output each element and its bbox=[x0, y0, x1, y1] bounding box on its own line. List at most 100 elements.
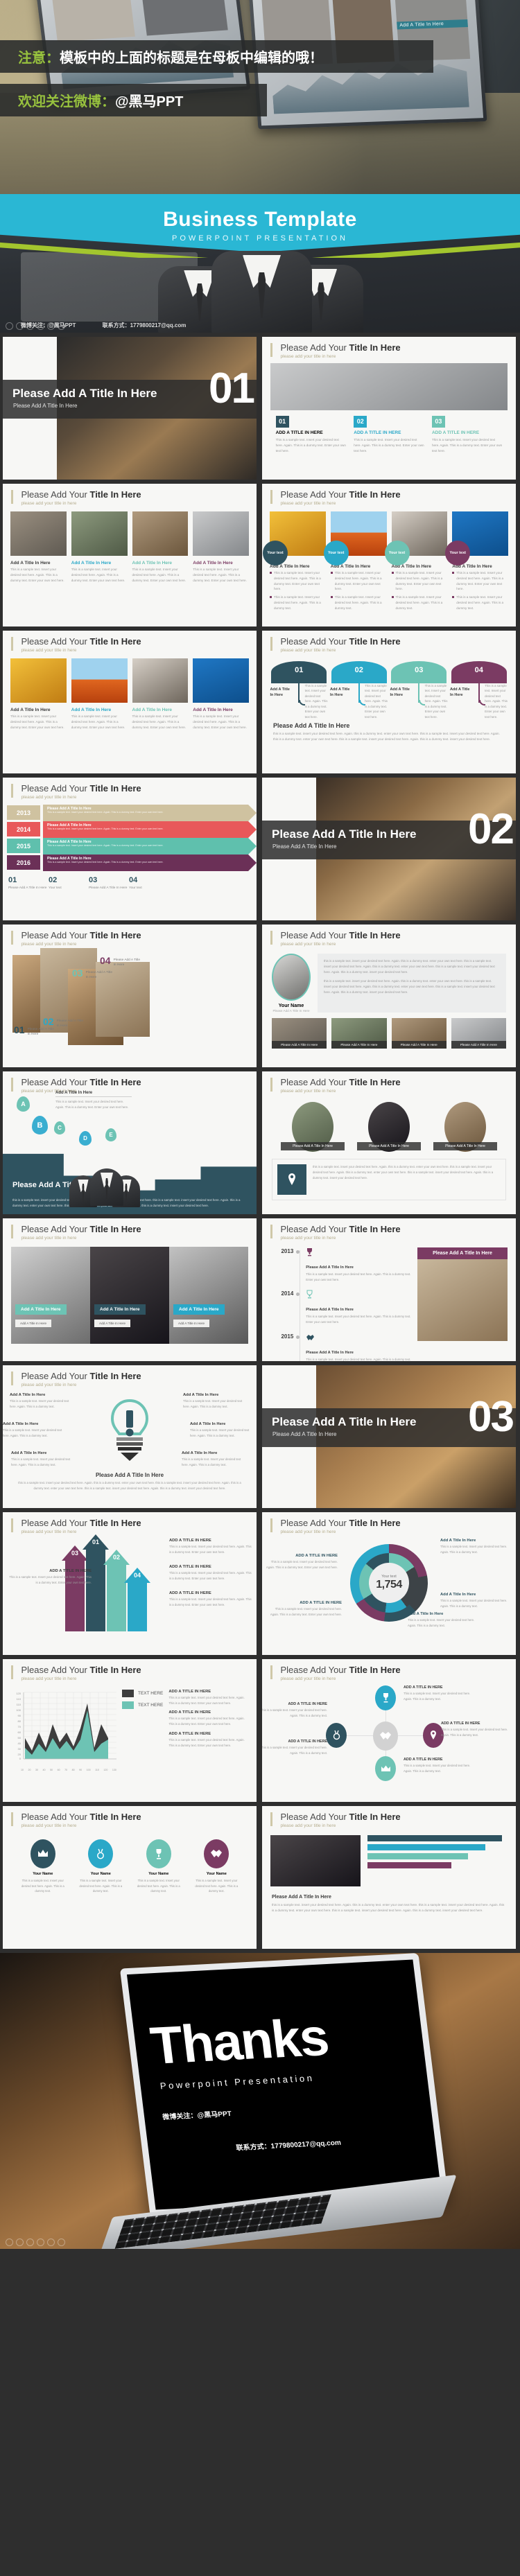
legend-item: TEXT HERE bbox=[122, 1701, 163, 1709]
radial-label-bottom: ADD A TITLE IN HERE This is a sample tex… bbox=[404, 1758, 478, 1773]
slide-donut-chart[interactable]: Please Add Your Title In Here please add… bbox=[262, 1512, 516, 1655]
header-accent-bar bbox=[270, 637, 272, 651]
bulb-label-left-2: Add A Title In Here This is a sample tex… bbox=[3, 1422, 69, 1438]
slide-area-chart[interactable]: Please Add Your Title In Here please add… bbox=[3, 1659, 257, 1802]
footer-item: 02 Your text bbox=[49, 876, 89, 891]
bulb-diagram: Add A Title In Here This is a sample tex… bbox=[3, 1390, 257, 1472]
bulb-label-right-1: Add A Title In Here This is a sample tex… bbox=[183, 1393, 250, 1409]
label-body: This is a sample text. Insert your desir… bbox=[169, 1570, 252, 1580]
pin-a[interactable]: A bbox=[17, 1096, 30, 1112]
chart-plot: 120 110 110 100 90 80 70 60 50 40 30 20 … bbox=[11, 1690, 116, 1771]
label-body: This is a sample text. Insert your desir… bbox=[404, 1691, 471, 1701]
social-icon bbox=[26, 322, 34, 330]
social-icon bbox=[47, 2238, 55, 2246]
slide-mountain-pins[interactable]: Please Add Your Title In Here please add… bbox=[3, 1071, 257, 1214]
slide-divider-02[interactable]: Please Add A Title In Here Please Add A … bbox=[262, 778, 516, 920]
photo-trio: Add A Title In Here Add A Title In Here … bbox=[3, 1241, 257, 1344]
x-tick: 50 bbox=[50, 1768, 53, 1771]
pin-b[interactable]: B bbox=[32, 1116, 48, 1134]
divider-number: 02 bbox=[468, 805, 514, 853]
slide-subtitle: please add your title in here bbox=[21, 941, 77, 947]
circle-label: Your text bbox=[323, 540, 349, 566]
arrow-02: 02 bbox=[103, 1549, 130, 1631]
caption: Add A Title In Here bbox=[71, 707, 112, 712]
umbrella-title: Add A Title In Here bbox=[329, 687, 350, 697]
item-body: This is a sample text. Insert your desir… bbox=[275, 437, 346, 453]
bullet-text: This is a sample text. Insert your desir… bbox=[334, 595, 382, 610]
slide-bw-trio[interactable]: Please Add Your Title In Here please add… bbox=[3, 1218, 257, 1361]
header-accent-bar bbox=[11, 784, 13, 798]
handshake-photo bbox=[270, 362, 508, 410]
slide-three-numbers[interactable]: Please Add Your Title In Here please add… bbox=[262, 337, 516, 480]
svg-text:50: 50 bbox=[18, 1736, 21, 1740]
pin-e[interactable]: E bbox=[105, 1128, 116, 1141]
caption: Add A Title In Here bbox=[132, 707, 173, 712]
item-title: ADD A TITLE IN HERE bbox=[275, 430, 323, 435]
quote-paragraph: this is a sample text. insert your desir… bbox=[324, 958, 495, 974]
slide-laptops-numbers[interactable]: Please Add Your Title In Here please add… bbox=[3, 925, 257, 1067]
slide-divider-01[interactable]: Please Add A Title In Here Please Add A … bbox=[3, 337, 257, 480]
timeline-item: 2015 Please Add A Title In Here This is … bbox=[275, 1333, 417, 1361]
slide-radial-icons[interactable]: Please Add Your Title In Here please add… bbox=[262, 1659, 516, 1802]
photo-cell: Add A Title In Here Add A Title In Here bbox=[90, 1246, 169, 1344]
photo-cell: Add A Title In Here This is a sample tex… bbox=[132, 658, 189, 730]
slide-portraits[interactable]: Please Add Your Title In Here please add… bbox=[262, 1071, 516, 1214]
slide-vertical-timeline[interactable]: Please Add Your Title In Here please add… bbox=[262, 1218, 516, 1361]
pin-d[interactable]: D bbox=[79, 1131, 92, 1146]
umbrella-title: Add A Title In Here bbox=[449, 687, 470, 697]
umbrella-footer-title: Please Add A Title In Here bbox=[273, 721, 350, 729]
slide-title: Please Add Your Title In Here bbox=[21, 930, 141, 940]
portrait-caption: Please Add A Title In Here bbox=[356, 1141, 422, 1150]
slide-last-text[interactable]: Please Add Your Title In Here please add… bbox=[262, 1806, 516, 1949]
info-box-text: this is a sample text. insert your desir… bbox=[313, 1164, 494, 1180]
footer-num: 02 bbox=[49, 875, 58, 884]
label-text: Please Add A Title In Here bbox=[85, 970, 112, 980]
photo bbox=[270, 1834, 361, 1886]
numbered-label: 04 Please Add A Title In Here bbox=[100, 955, 141, 967]
portrait-row: Please Add A Title In Here Please Add A … bbox=[262, 1094, 516, 1152]
x-tick: 130 bbox=[112, 1768, 116, 1771]
timeline-items: 2013 Please Add A Title In Here This is … bbox=[270, 1247, 417, 1361]
profile-name: Your Name bbox=[278, 1003, 304, 1008]
footer-label: Please Add A Title In Here bbox=[89, 886, 128, 890]
umbrella-item: 02 Add A Title In Here This is a sample … bbox=[329, 660, 388, 719]
item-title: ADD A TITLE IN HERE bbox=[354, 430, 401, 435]
caption: Add A Title In Here bbox=[193, 707, 233, 712]
arrow-infographic: 03 01 02 04 ADD A TITLE IN HERE This is … bbox=[3, 1534, 257, 1638]
slide-header: Please Add Your Title In Here please add… bbox=[262, 337, 516, 359]
body: This is a sample text. Insert your desir… bbox=[71, 714, 125, 729]
label-title: ADD A TITLE IN HERE bbox=[169, 1591, 211, 1595]
timeline-year: 2014 bbox=[7, 822, 40, 837]
notice-2-text: @黑马PPT bbox=[115, 94, 184, 109]
social-icon bbox=[6, 2238, 13, 2246]
slide-header: Please Add Your Title In Here please add… bbox=[3, 925, 257, 947]
slide-header: Please Add Your Title In Here please add… bbox=[3, 1365, 257, 1387]
vertical-timeline: 2013 Please Add A Title In Here This is … bbox=[262, 1241, 516, 1361]
photo-sublabel: Add A Title In Here bbox=[94, 1319, 131, 1327]
award-body: This is a sample text. Insert your desir… bbox=[137, 1878, 180, 1893]
bullet-text: This is a sample text. Insert your desir… bbox=[274, 595, 321, 610]
svg-text:60: 60 bbox=[18, 1731, 21, 1734]
slide-profile[interactable]: Please Add Your Title In Here please add… bbox=[262, 925, 516, 1067]
slide-subtitle: please add your title in here bbox=[280, 1676, 336, 1681]
award-body: This is a sample text. Insert your desir… bbox=[79, 1878, 123, 1893]
timeline-year: 2015 bbox=[7, 839, 40, 854]
slide-divider-03[interactable]: Please Add A Title In Here Please Add A … bbox=[262, 1365, 516, 1508]
photo-cell: Add A Title In Here This is a sample tex… bbox=[10, 658, 67, 730]
timeline-row: 2016 Please Add A Title In Here This is … bbox=[7, 855, 257, 870]
bar-list bbox=[367, 1834, 508, 1868]
slide-photo-grid-2[interactable]: Please Add Your Title In Here please add… bbox=[3, 631, 257, 773]
slide-awards[interactable]: Please Add Your Title In Here please add… bbox=[3, 1806, 257, 1949]
profile-name-sub: Please Add A Title In Here bbox=[272, 1008, 310, 1013]
slide-circle-photos[interactable]: Please Add Your Title In Here please add… bbox=[262, 484, 516, 627]
slide-timeline-arrows[interactable]: Please Add Your Title In Here please add… bbox=[3, 778, 257, 920]
slide-photo-grid[interactable]: Please Add Your Title In Here please add… bbox=[3, 484, 257, 627]
arrow-body: This is a sample text. Insert your desir… bbox=[47, 860, 164, 864]
umbrella-body: This is a sample text. Insert your desir… bbox=[424, 683, 448, 719]
pin-c[interactable]: C bbox=[54, 1121, 65, 1134]
social-icon bbox=[37, 2238, 44, 2246]
footer-item: 04 Your text bbox=[129, 876, 169, 891]
slide-arrows-up[interactable]: Please Add Your Title In Here please add… bbox=[3, 1512, 257, 1655]
slide-umbrellas[interactable]: Please Add Your Title In Here please add… bbox=[262, 631, 516, 773]
slide-bulb-diagram[interactable]: Please Add Your Title In Here please add… bbox=[3, 1365, 257, 1508]
